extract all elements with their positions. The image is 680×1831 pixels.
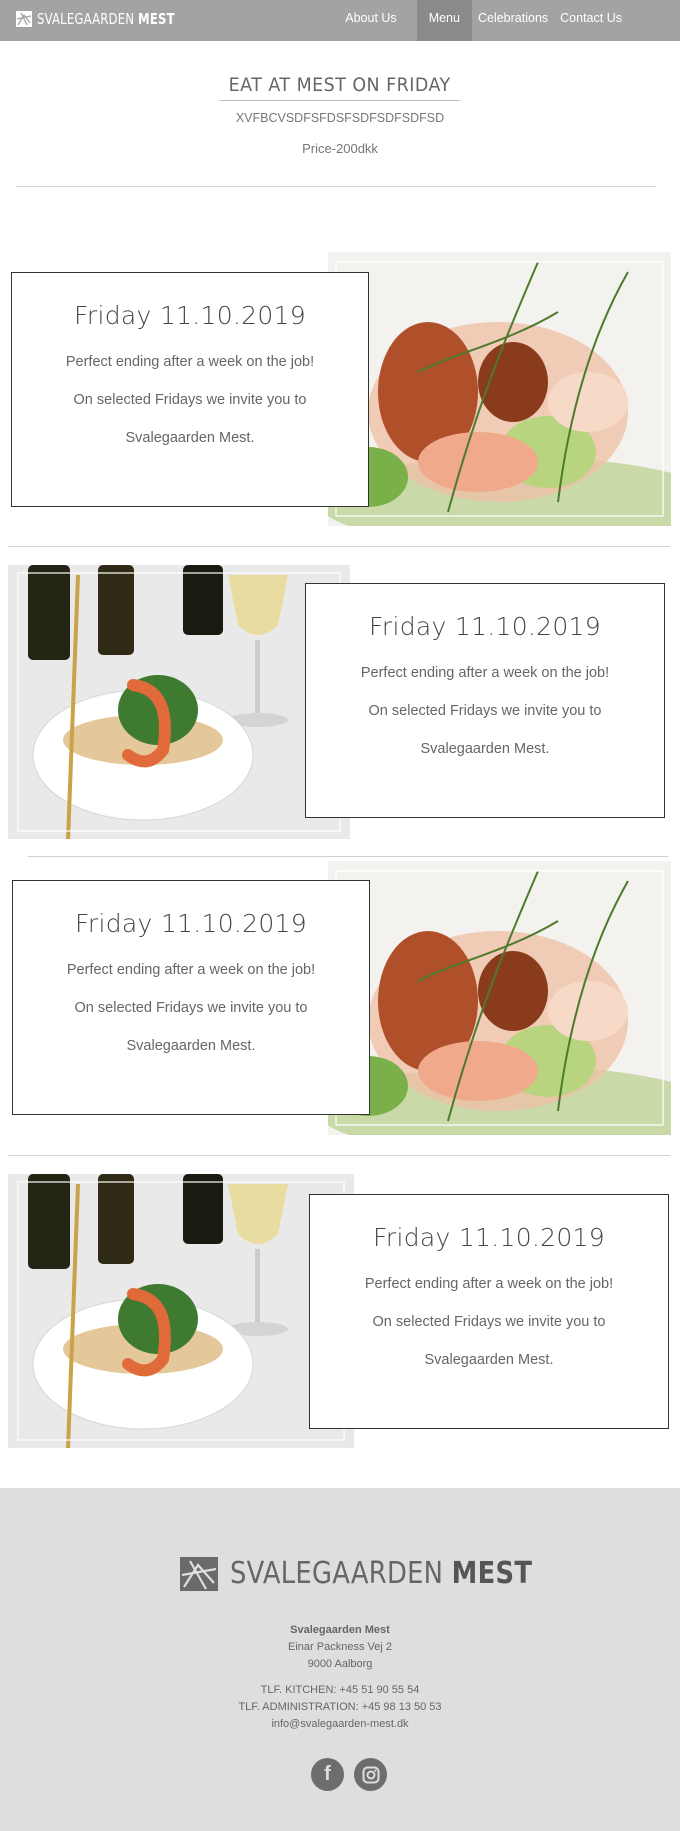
- footer-logo[interactable]: SVALEGAARDEN MEST: [180, 1556, 581, 1591]
- site-footer: SVALEGAARDEN MEST Svalegaarden Mest Eina…: [0, 1488, 680, 1831]
- event-card: Friday 11.10.2019 Perfect ending after a…: [11, 272, 369, 507]
- nav-link-menu[interactable]: Menu: [416, 0, 472, 41]
- logo-mark-icon: [16, 11, 32, 27]
- event-text: On selected Fridays we invite you to: [73, 392, 307, 408]
- shrimp-bowl-photo: [8, 1174, 354, 1448]
- event-text: On selected Fridays we invite you to: [74, 1000, 308, 1016]
- footer-phone-kitchen[interactable]: TLF. KITCHEN: +45 51 90 55 54: [0, 1682, 680, 1699]
- footer-company-name: Svalegaarden Mest: [290, 1624, 390, 1636]
- footer-street: Einar Packness Vej 2: [288, 1641, 392, 1653]
- facebook-icon[interactable]: f: [311, 1758, 344, 1791]
- event-text: Svalegaarden Mest.: [420, 741, 550, 757]
- salad-photo: [328, 252, 671, 526]
- shrimp-bowl-photo: [8, 565, 350, 839]
- nav-link-contact-us[interactable]: Contact Us: [554, 0, 680, 41]
- divider: [16, 186, 656, 187]
- top-navbar: SVALEGAARDEN MEST About Us Menu Celebrat…: [0, 0, 680, 41]
- price-text: Price-200dkk: [302, 141, 378, 156]
- brand-name: SVALEGAARDEN MEST: [37, 10, 175, 28]
- event-card: Friday 11.10.2019 Perfect ending after a…: [12, 880, 370, 1115]
- event-date: Friday 11.10.2019: [75, 909, 307, 938]
- event-date: Friday 11.10.2019: [373, 1223, 605, 1252]
- event-text: Svalegaarden Mest.: [126, 1038, 256, 1054]
- event-date: Friday 11.10.2019: [74, 301, 306, 330]
- footer-city: 9000 Aalborg: [307, 1658, 373, 1670]
- event-card: Friday 11.10.2019 Perfect ending after a…: [309, 1194, 669, 1429]
- salad-photo: [328, 861, 671, 1135]
- footer-phone-admin[interactable]: TLF. ADMINISTRATION: +45 98 13 50 53: [0, 1699, 680, 1716]
- divider: [28, 856, 668, 857]
- footer-brand-name: SVALEGAARDEN MEST: [230, 1556, 533, 1591]
- page-title: EAT AT MEST ON FRIDAY: [219, 74, 461, 101]
- nav-links: About Us Menu Celebrations Contact Us: [337, 0, 680, 41]
- event-text: Perfect ending after a week on the job!: [360, 665, 610, 681]
- event-text: Svalegaarden Mest.: [424, 1352, 554, 1368]
- divider: [8, 546, 670, 547]
- event-date: Friday 11.10.2019: [369, 612, 601, 641]
- event-text: On selected Fridays we invite you to: [372, 1314, 606, 1330]
- divider: [8, 1155, 670, 1156]
- event-text: Svalegaarden Mest.: [125, 430, 255, 446]
- page-subtitle: XVFBCVSDFSFDSFSDFSDFSDFSD: [235, 111, 445, 125]
- instagram-glyph-icon: [362, 1766, 379, 1783]
- instagram-icon[interactable]: [354, 1758, 387, 1791]
- nav-link-celebrations[interactable]: Celebrations: [472, 0, 554, 41]
- event-text: Perfect ending after a week on the job!: [65, 354, 315, 370]
- page-heading: EAT AT MEST ON FRIDAY: [0, 74, 680, 101]
- nav-link-about-us[interactable]: About Us: [337, 0, 404, 41]
- event-text: On selected Fridays we invite you to: [368, 703, 602, 719]
- event-text: Perfect ending after a week on the job!: [364, 1276, 614, 1292]
- brand-logo[interactable]: SVALEGAARDEN MEST: [16, 8, 214, 30]
- event-card: Friday 11.10.2019 Perfect ending after a…: [305, 583, 665, 818]
- logo-mark-icon: [180, 1556, 218, 1591]
- event-text: Perfect ending after a week on the job!: [66, 962, 316, 978]
- footer-email[interactable]: info@svalegaarden-mest.dk: [0, 1716, 680, 1733]
